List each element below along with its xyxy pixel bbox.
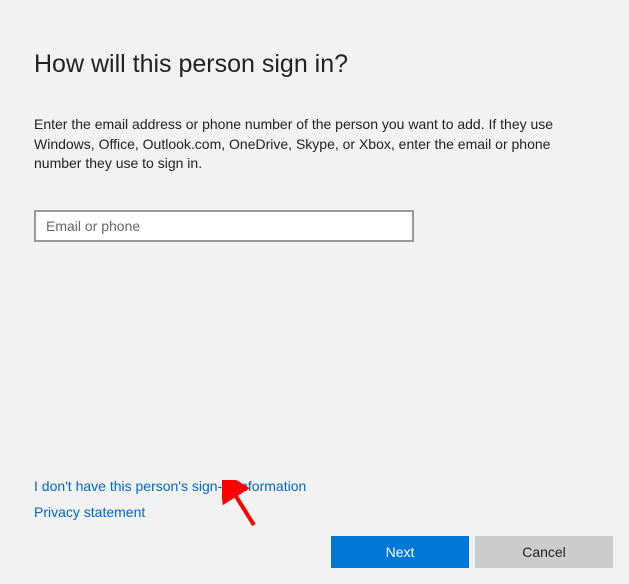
footer-buttons: Next Cancel [331,536,613,568]
input-wrapper [34,210,595,242]
page-title: How will this person sign in? [34,50,595,79]
privacy-statement-link[interactable]: Privacy statement [34,504,145,520]
links-section: I don't have this person's sign-in infor… [34,478,306,520]
instruction-text: Enter the email address or phone number … [34,115,594,174]
dialog-content: How will this person sign in? Enter the … [0,0,629,242]
next-button[interactable]: Next [331,536,469,568]
no-signin-info-link[interactable]: I don't have this person's sign-in infor… [34,478,306,494]
cancel-button[interactable]: Cancel [475,536,613,568]
email-phone-input[interactable] [34,210,414,242]
